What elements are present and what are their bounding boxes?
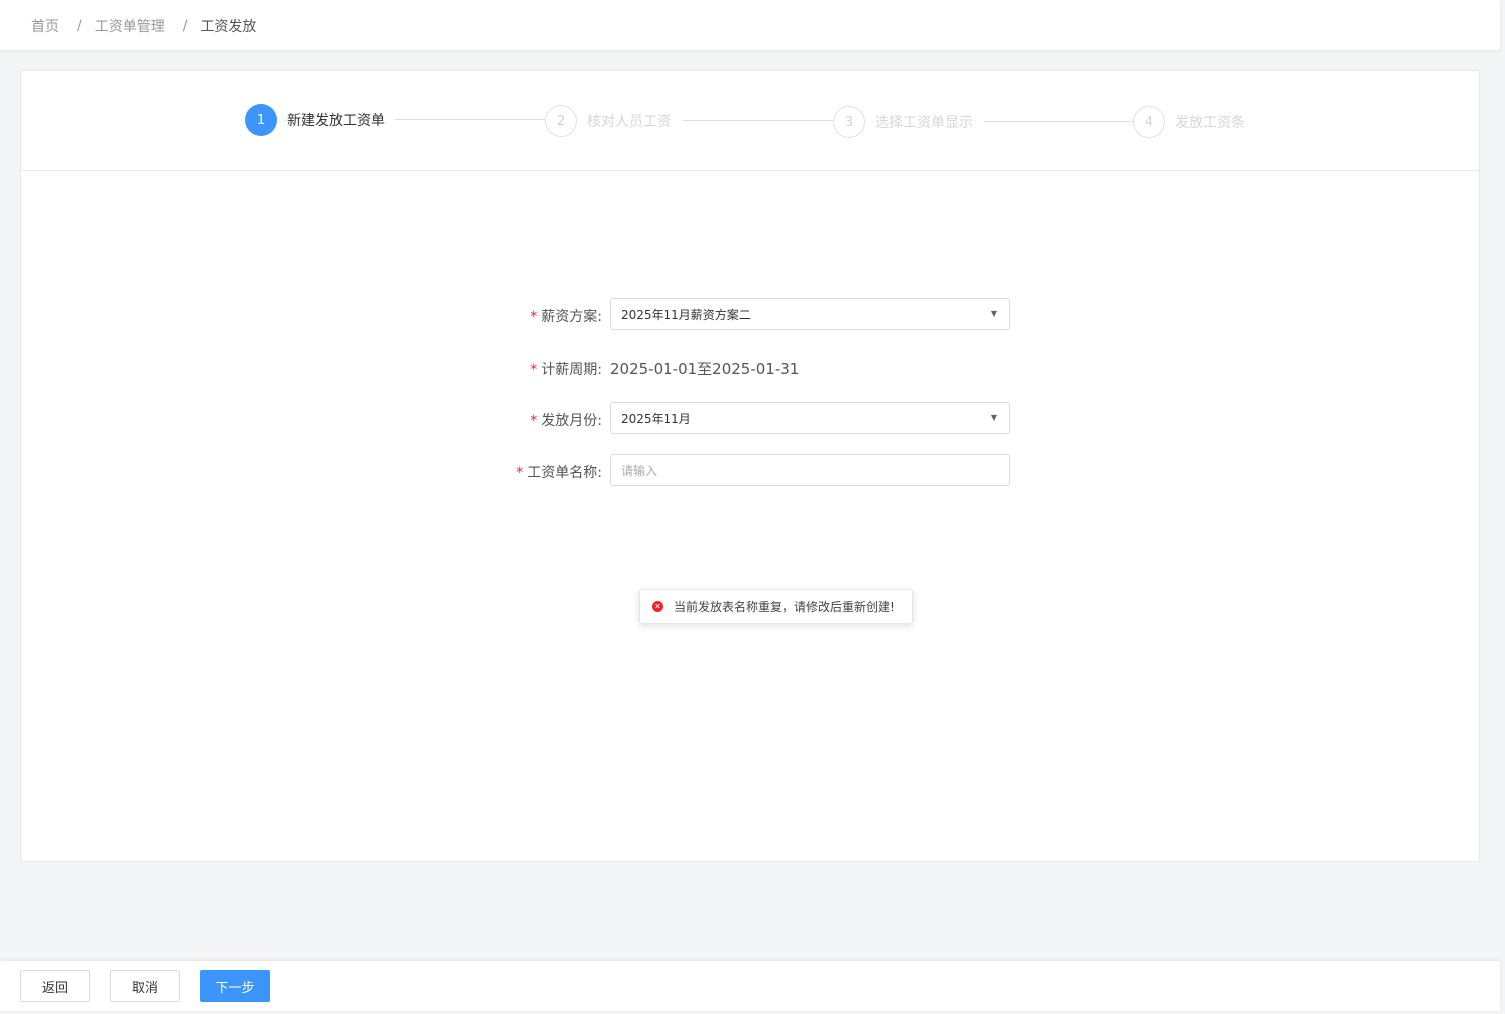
breadcrumb-current: 工资发放 xyxy=(200,19,257,35)
step-2-number: 2 xyxy=(545,105,577,137)
salary-plan-row: * 薪资方案: 2025年11月薪资方案二 ▼ xyxy=(21,298,1479,330)
step-connector xyxy=(984,121,1134,122)
breadcrumb: 首页 / 工资单管理 / 工资发放 xyxy=(31,16,256,36)
payroll-name-label-text: 工资单名称: xyxy=(527,465,602,481)
required-mark: * xyxy=(530,309,538,325)
pay-period-label-text: 计薪周期: xyxy=(541,362,602,378)
pay-month-label: * 发放月份: xyxy=(530,410,602,430)
step-4-label: 发放工资条 xyxy=(1175,115,1245,131)
breadcrumb-separator: / xyxy=(182,18,188,34)
payroll-name-row: * 工资单名称: 请输入 xyxy=(21,454,1479,486)
cancel-button[interactable]: 取消 xyxy=(110,970,180,1002)
step-connector xyxy=(683,120,833,121)
pay-month-label-text: 发放月份: xyxy=(541,413,602,429)
pay-month-row: * 发放月份: 2025年11月 ▼ xyxy=(21,402,1479,434)
top-bar: 首页 / 工资单管理 / 工资发放 xyxy=(0,0,1500,50)
breadcrumb-home[interactable]: 首页 xyxy=(31,16,59,36)
step-2-label: 核对人员工资 xyxy=(587,114,671,130)
salary-plan-label: * 薪资方案: xyxy=(530,306,602,326)
breadcrumb-separator: / xyxy=(77,18,82,34)
payroll-name-placeholder: 请输入 xyxy=(621,463,658,478)
pay-month-value: 2025年11月 xyxy=(621,411,691,426)
payroll-name-label: * 工资单名称: xyxy=(516,462,602,482)
step-1: 1 新建发放工资单 xyxy=(245,104,385,136)
step-3: 3 选择工资单显示 xyxy=(833,106,973,138)
pay-period-value: 2025-01-01至2025-01-31 xyxy=(610,360,800,378)
steps-bar: 1 新建发放工资单 2 核对人员工资 3 选择工资单显示 4 发放工资条 xyxy=(21,71,1479,171)
step-3-number: 3 xyxy=(833,106,865,138)
back-button[interactable]: 返回 xyxy=(20,970,90,1002)
required-mark: * xyxy=(530,362,538,378)
step-3-label: 选择工资单显示 xyxy=(875,115,973,131)
error-toast: ✕ 当前发放表名称重复，请修改后重新创建! xyxy=(639,589,913,624)
footer-bar: 返回 取消 下一步 xyxy=(0,961,1500,1011)
next-step-button[interactable]: 下一步 xyxy=(200,970,270,1002)
toast-message: 当前发放表名称重复，请修改后重新创建! xyxy=(674,600,895,614)
main-panel: 1 新建发放工资单 2 核对人员工资 3 选择工资单显示 4 发放工资条 * 薪资… xyxy=(20,70,1480,862)
required-mark: * xyxy=(516,465,524,481)
step-4: 4 发放工资条 xyxy=(1133,106,1245,138)
payroll-name-input[interactable]: 请输入 xyxy=(610,454,1010,486)
step-connector xyxy=(395,119,545,120)
caret-down-icon: ▼ xyxy=(990,413,997,422)
caret-down-icon: ▼ xyxy=(990,309,997,318)
pay-period-label: * 计薪周期: xyxy=(530,359,602,379)
salary-plan-select[interactable]: 2025年11月薪资方案二 ▼ xyxy=(610,298,1010,330)
error-circle-icon: ✕ xyxy=(652,601,663,612)
pay-month-select[interactable]: 2025年11月 ▼ xyxy=(610,402,1010,434)
step-1-number: 1 xyxy=(245,104,277,136)
step-2: 2 核对人员工资 xyxy=(545,105,671,137)
required-mark: * xyxy=(530,413,538,429)
pay-period-row: * 计薪周期: 2025-01-01至2025-01-31 xyxy=(21,357,1479,379)
step-1-label: 新建发放工资单 xyxy=(287,113,385,129)
salary-plan-label-text: 薪资方案: xyxy=(541,309,602,325)
breadcrumb-payroll-management[interactable]: 工资单管理 xyxy=(95,16,165,36)
salary-plan-value: 2025年11月薪资方案二 xyxy=(621,307,751,322)
step-4-number: 4 xyxy=(1133,106,1165,138)
